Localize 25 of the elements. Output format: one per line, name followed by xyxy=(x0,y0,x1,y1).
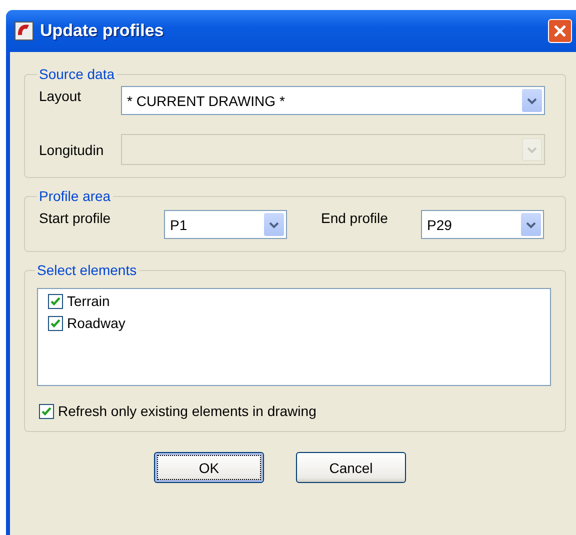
dialog-button[interactable]: OK xyxy=(154,452,264,483)
group-title: Select elements xyxy=(36,262,138,278)
dropdown-value: * CURRENT DRAWING * xyxy=(127,92,286,108)
dropdown-value: P1 xyxy=(170,216,188,232)
close-icon xyxy=(553,24,567,38)
field-label: Start profile xyxy=(39,209,112,226)
window-title: Update profiles xyxy=(40,21,165,41)
field-label: End profile xyxy=(320,209,389,226)
field-label: Layout xyxy=(39,87,82,104)
list-item-label[interactable]: Roadway xyxy=(67,315,126,331)
list-item-label[interactable]: Terrain xyxy=(67,293,110,309)
checkbox[interactable] xyxy=(39,404,54,418)
start-profile-dropdown[interactable]: P1 xyxy=(164,210,287,239)
dropdown-value: P29 xyxy=(427,216,453,232)
group-title: Source data xyxy=(38,66,116,82)
close-button[interactable] xyxy=(548,19,572,43)
checkbox-label[interactable]: Refresh only existing elements in drawing xyxy=(58,403,316,419)
checkbox[interactable] xyxy=(48,316,63,330)
layout-dropdown[interactable]: * CURRENT DRAWING * xyxy=(121,86,545,115)
end-profile-dropdown[interactable]: P29 xyxy=(421,210,544,239)
app-icon xyxy=(14,21,34,41)
dialog-button[interactable]: Cancel xyxy=(296,452,406,483)
checkbox[interactable] xyxy=(48,294,63,308)
group-title: Profile area xyxy=(38,188,112,204)
field-label: Longitudin xyxy=(39,142,105,158)
